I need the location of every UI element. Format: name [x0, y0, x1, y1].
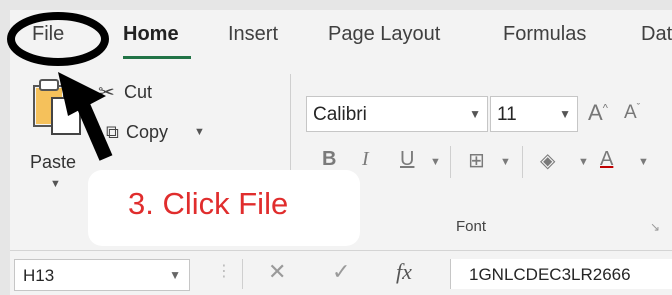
excel-window: File Home Insert Page Layout Formulas Da… [10, 10, 672, 295]
chevron-down-icon[interactable]: ▼ [500, 156, 511, 168]
italic-icon[interactable]: I [362, 148, 369, 171]
formula-input[interactable]: 1GNLCDEC3LR2666 [450, 259, 672, 289]
copy-label: Copy [126, 122, 169, 142]
copy-dropdown-icon: ▼ [194, 126, 205, 138]
cancel-icon[interactable]: ✕ [268, 259, 286, 285]
underline-icon[interactable]: U [400, 148, 414, 171]
insert-function-icon[interactable]: fx [396, 259, 412, 285]
divider [242, 259, 243, 289]
borders-icon[interactable]: ⊞ [468, 148, 485, 173]
cut-button[interactable]: ✂ Cut [98, 80, 188, 108]
font-size-value: 11 [497, 104, 517, 125]
active-tab-indicator [123, 56, 191, 59]
chevron-down-icon[interactable]: ▼ [578, 156, 589, 168]
scissors-icon: ✂ [98, 82, 115, 104]
increase-font-size-icon[interactable]: A^ [588, 100, 608, 126]
font-group-label: Font [456, 218, 487, 235]
formula-bar: H13 ▼ ⋮ ✕ ✓ fx 1GNLCDEC3LR2666 [10, 250, 672, 295]
tab-home[interactable]: Home [123, 23, 179, 46]
decrease-font-size-icon[interactable]: Aˇ [624, 102, 640, 124]
enter-icon[interactable]: ✓ [332, 259, 350, 285]
paste-dropdown-icon: ▼ [50, 178, 61, 190]
cut-label: Cut [124, 82, 153, 102]
divider [450, 146, 451, 178]
divider [522, 146, 523, 178]
font-name-value: Calibri [313, 104, 367, 125]
copy-button[interactable]: ⧉ Copy ▼ [106, 120, 216, 148]
tab-file[interactable]: File [32, 23, 64, 46]
grip-icon: ⋮ [216, 263, 232, 280]
chevron-down-icon[interactable]: ▼ [638, 156, 649, 168]
font-color-icon[interactable]: A [600, 148, 613, 171]
ribbon-tabs: File Home Insert Page Layout Formulas Da… [10, 10, 672, 60]
font-name-dropdown[interactable]: Calibri ▼ [306, 96, 488, 132]
fill-color-icon[interactable]: ◈ [540, 148, 555, 173]
chevron-down-icon: ▼ [559, 107, 571, 121]
copy-icon: ⧉ [106, 122, 119, 142]
chevron-down-icon: ▼ [469, 107, 481, 121]
chevron-down-icon: ▼ [169, 268, 181, 282]
formula-value: 1GNLCDEC3LR2666 [469, 265, 631, 284]
tab-insert[interactable]: Insert [228, 23, 278, 46]
dialog-launcher-icon[interactable]: ↘ [650, 220, 660, 234]
bold-icon[interactable]: B [322, 148, 336, 171]
tab-page-layout[interactable]: Page Layout [328, 23, 440, 46]
name-box[interactable]: H13 ▼ [14, 259, 190, 291]
paste-label: Paste [30, 152, 77, 172]
instruction-callout: 3. Click File [88, 170, 360, 246]
paste-button[interactable]: Paste ▼ [20, 76, 92, 196]
name-box-value: H13 [23, 266, 55, 285]
tab-data[interactable]: Dat [641, 23, 672, 46]
font-size-dropdown[interactable]: 11 ▼ [490, 96, 578, 132]
clipboard-icon [33, 79, 81, 135]
tab-formulas[interactable]: Formulas [503, 23, 586, 46]
callout-text: 3. Click File [128, 186, 289, 221]
chevron-down-icon[interactable]: ▼ [430, 156, 441, 168]
